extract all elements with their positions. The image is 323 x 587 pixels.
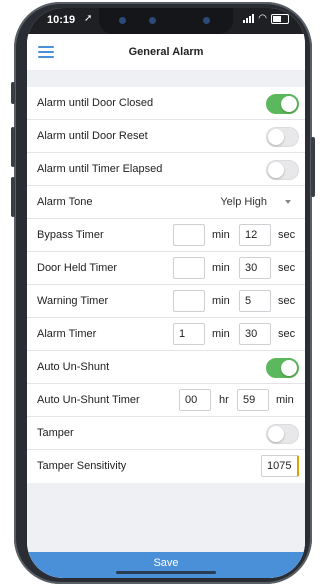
row-label: Alarm until Timer Elapsed — [37, 163, 163, 175]
row-label: Tamper Sensitivity — [37, 460, 127, 472]
min-unit-label: min — [212, 328, 230, 340]
row-alarm-timer: Alarm Timer 1 min 30 sec — [27, 318, 305, 351]
row-auto-un-shunt-timer: Auto Un-Shunt Timer 00 hr 59 min — [27, 384, 305, 417]
sensor-icon — [149, 17, 156, 24]
bypass-timer-sec-input[interactable]: 12 — [239, 224, 271, 246]
battery-icon — [271, 13, 289, 24]
power-button — [311, 137, 315, 197]
row-label: Auto Un-Shunt — [37, 361, 110, 373]
row-door-held-timer: Door Held Timer min 30 sec — [27, 252, 305, 285]
auto-un-shunt-toggle[interactable] — [266, 358, 299, 378]
min-unit-label: min — [212, 295, 230, 307]
auto-un-shunt-hr-input[interactable]: 00 — [179, 389, 211, 411]
notch — [99, 8, 233, 34]
min-unit-label: min — [212, 262, 230, 274]
door-held-timer-min-input[interactable] — [173, 257, 205, 279]
sec-unit-label: sec — [278, 262, 296, 274]
save-button[interactable]: Save — [27, 552, 305, 578]
volume-up-button — [11, 127, 15, 167]
auto-un-shunt-min-input[interactable]: 59 — [237, 389, 269, 411]
toggle-knob — [281, 96, 297, 112]
phone-screen: 10:19 ➚ ◠ General Alarm Alarm until Door… — [27, 8, 305, 578]
alarm-until-door-reset-toggle[interactable] — [266, 127, 299, 147]
sec-unit-label: sec — [278, 295, 296, 307]
app-header: General Alarm — [27, 34, 305, 70]
row-label: Door Held Timer — [37, 262, 118, 274]
row-alarm-tone[interactable]: Alarm Tone Yelp High — [27, 186, 305, 219]
status-bar: 10:19 ➚ ◠ — [27, 8, 305, 34]
min-unit-label: min — [212, 229, 230, 241]
row-alarm-until-door-closed: Alarm until Door Closed — [27, 87, 305, 120]
alarm-until-timer-elapsed-toggle[interactable] — [266, 160, 299, 180]
row-label: Alarm Timer — [37, 328, 97, 340]
status-time: 10:19 — [47, 14, 76, 26]
sensor-icon — [203, 17, 210, 24]
settings-content: Alarm until Door Closed Alarm until Door… — [27, 70, 305, 578]
row-warning-timer: Warning Timer min 5 sec — [27, 285, 305, 318]
row-bypass-timer: Bypass Timer min 12 sec — [27, 219, 305, 252]
row-label: Alarm until Door Reset — [37, 130, 148, 142]
row-tamper: Tamper — [27, 417, 305, 450]
toggle-knob — [281, 360, 297, 376]
row-label: Alarm until Door Closed — [37, 97, 154, 109]
settings-list: Alarm until Door Closed Alarm until Door… — [27, 87, 305, 483]
warning-timer-min-input[interactable] — [173, 290, 205, 312]
toggle-knob — [268, 162, 284, 178]
page-title: General Alarm — [128, 46, 204, 58]
home-indicator — [116, 571, 216, 574]
silent-switch — [11, 82, 15, 104]
tamper-toggle[interactable] — [266, 424, 299, 444]
min-unit-label: min — [276, 394, 294, 406]
chevron-down-icon[interactable] — [285, 200, 291, 204]
volume-down-button — [11, 177, 15, 217]
location-arrow-icon: ➚ — [84, 13, 93, 24]
row-auto-un-shunt: Auto Un-Shunt — [27, 351, 305, 384]
warning-timer-sec-input[interactable]: 5 — [239, 290, 271, 312]
row-label: Tamper — [37, 427, 74, 439]
row-label: Auto Un-Shunt Timer — [37, 394, 140, 406]
row-alarm-until-door-reset: Alarm until Door Reset — [27, 120, 305, 153]
alarm-timer-sec-input[interactable]: 30 — [239, 323, 271, 345]
row-label: Warning Timer — [37, 295, 109, 307]
row-tamper-sensitivity: Tamper Sensitivity 1075 — [27, 450, 305, 483]
row-alarm-until-timer-elapsed: Alarm until Timer Elapsed — [27, 153, 305, 186]
toggle-knob — [268, 129, 284, 145]
status-icons: ◠ — [243, 13, 289, 24]
alarm-until-door-closed-toggle[interactable] — [266, 94, 299, 114]
sec-unit-label: sec — [278, 328, 296, 340]
alarm-tone-select[interactable]: Yelp High — [220, 196, 267, 208]
signal-bars-icon — [243, 14, 255, 23]
bypass-timer-min-input[interactable] — [173, 224, 205, 246]
row-label: Bypass Timer — [37, 229, 104, 241]
hr-unit-label: hr — [219, 394, 229, 406]
door-held-timer-sec-input[interactable]: 30 — [239, 257, 271, 279]
row-label: Alarm Tone — [37, 196, 93, 208]
sec-unit-label: sec — [278, 229, 296, 241]
tamper-sensitivity-input[interactable]: 1075 — [261, 455, 299, 477]
toggle-knob — [268, 426, 284, 442]
alarm-timer-min-input[interactable]: 1 — [173, 323, 205, 345]
wifi-icon: ◠ — [258, 13, 267, 24]
camera-icon — [119, 17, 126, 24]
